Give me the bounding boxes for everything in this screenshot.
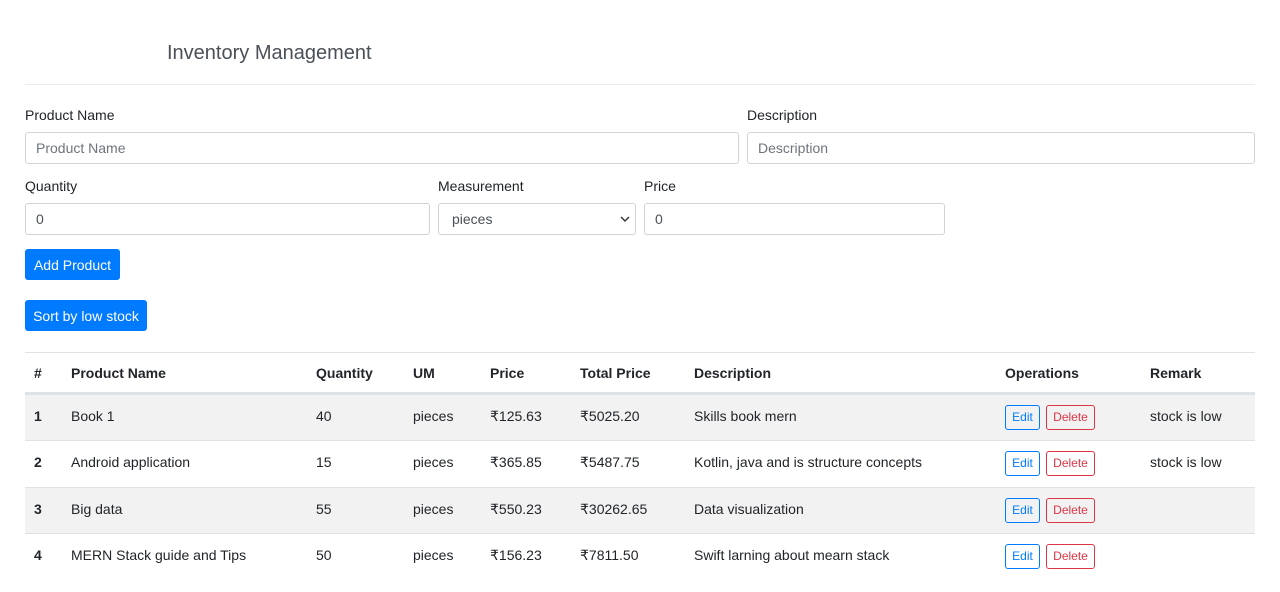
- col-header-price: Price: [490, 365, 525, 381]
- row-description: Swift larning about mearn stack: [694, 547, 890, 563]
- table-row: 1 Book 1 40 pieces ₹125.63 ₹5025.20 Skil…: [25, 394, 1255, 440]
- table-row: 4 MERN Stack guide and Tips 50 pieces ₹1…: [25, 533, 1255, 580]
- col-header-quantity: Quantity: [316, 365, 373, 381]
- col-header-um: UM: [413, 365, 435, 381]
- row-description: Kotlin, java and is structure concepts: [694, 454, 923, 470]
- product-name-input[interactable]: [25, 132, 739, 164]
- row-index: 4: [34, 547, 42, 563]
- price-label: Price: [644, 178, 676, 194]
- delete-button[interactable]: Delete: [1046, 544, 1095, 569]
- col-header-product-name: Product Name: [71, 365, 166, 381]
- row-um: pieces: [413, 547, 454, 563]
- row-quantity: 15: [316, 454, 332, 470]
- row-total-price: ₹5025.20: [580, 408, 640, 424]
- table-row: 2 Android application 15 pieces ₹365.85 …: [25, 440, 1255, 487]
- edit-button[interactable]: Edit: [1005, 405, 1040, 430]
- measurement-label: Measurement: [438, 178, 524, 194]
- row-price: ₹156.23: [490, 547, 542, 563]
- col-header-description: Description: [694, 365, 772, 381]
- row-description: Skills book mern: [694, 408, 797, 424]
- measurement-select[interactable]: pieces: [438, 203, 636, 235]
- row-description: Data visualization: [694, 501, 804, 517]
- sort-low-stock-button[interactable]: Sort by low stock: [25, 300, 147, 331]
- row-index: 2: [34, 454, 42, 470]
- description-label: Description: [747, 107, 818, 123]
- measurement-selected-value: pieces: [452, 211, 493, 227]
- row-remark: stock is low: [1150, 454, 1222, 470]
- header-divider: [25, 84, 1255, 85]
- row-index: 3: [34, 501, 42, 517]
- row-total-price: ₹7811.50: [580, 547, 639, 563]
- row-price: ₹550.23: [490, 501, 542, 517]
- table-row: 3 Big data 55 pieces ₹550.23 ₹30262.65 D…: [25, 487, 1255, 533]
- row-total-price: ₹5487.75: [580, 454, 640, 470]
- delete-button[interactable]: Delete: [1046, 451, 1095, 476]
- page-title: Inventory Management: [167, 42, 372, 64]
- row-remark: stock is low: [1150, 408, 1222, 424]
- edit-button[interactable]: Edit: [1005, 451, 1040, 476]
- table-top-divider: [25, 352, 1255, 353]
- row-product-name: Book 1: [71, 408, 115, 424]
- chevron-down-icon: [620, 216, 630, 223]
- description-input[interactable]: [747, 132, 1255, 164]
- row-quantity: 40: [316, 408, 332, 424]
- col-header-index: #: [34, 365, 42, 381]
- edit-button[interactable]: Edit: [1005, 498, 1040, 523]
- col-header-operations: Operations: [1005, 365, 1079, 381]
- quantity-label: Quantity: [25, 178, 78, 194]
- row-um: pieces: [413, 454, 454, 470]
- delete-button[interactable]: Delete: [1046, 498, 1095, 523]
- row-price: ₹125.63: [490, 408, 542, 424]
- row-product-name: MERN Stack guide and Tips: [71, 547, 247, 563]
- col-header-remark: Remark: [1150, 365, 1202, 381]
- row-quantity: 55: [316, 501, 332, 517]
- row-total-price: ₹30262.65: [580, 501, 648, 517]
- col-header-total-price: Total Price: [580, 365, 651, 381]
- product-name-label: Product Name: [25, 107, 115, 123]
- row-quantity: 50: [316, 547, 332, 563]
- row-index: 1: [34, 408, 42, 424]
- row-price: ₹365.85: [490, 454, 542, 470]
- row-product-name: Android application: [71, 454, 191, 470]
- row-um: pieces: [413, 408, 454, 424]
- row-product-name: Big data: [71, 501, 123, 517]
- price-input[interactable]: [644, 203, 945, 235]
- delete-button[interactable]: Delete: [1046, 405, 1095, 430]
- row-um: pieces: [413, 501, 454, 517]
- quantity-input[interactable]: [25, 203, 430, 235]
- add-product-button[interactable]: Add Product: [25, 249, 120, 280]
- edit-button[interactable]: Edit: [1005, 544, 1040, 569]
